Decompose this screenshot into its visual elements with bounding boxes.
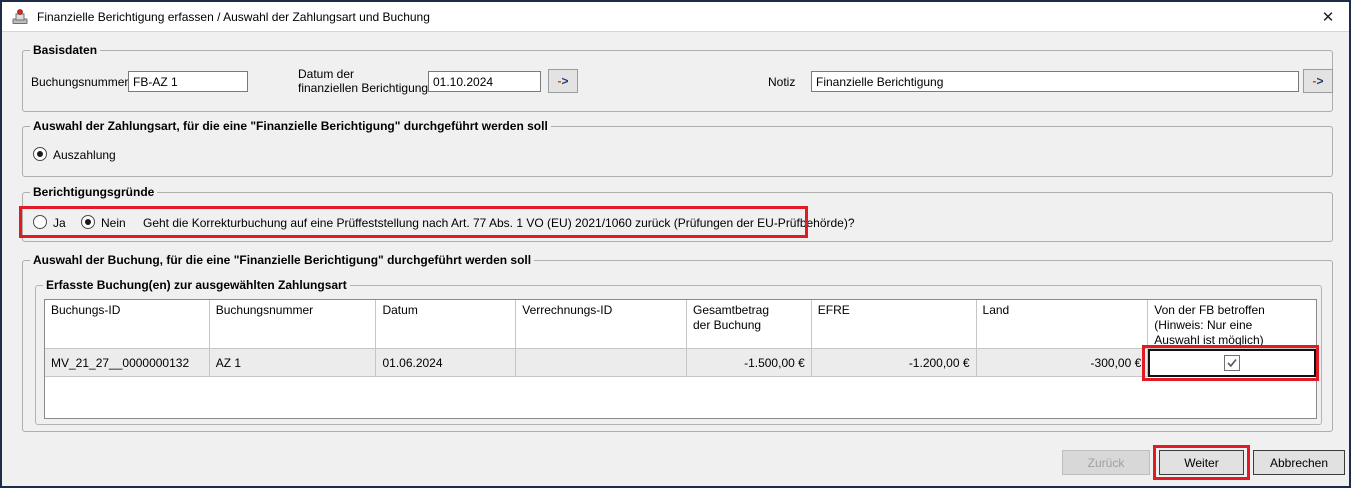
col-header-efre[interactable]: EFRE bbox=[812, 300, 977, 349]
berichtigung-question: Geht die Korrekturbuchung auf eine Prüff… bbox=[143, 216, 1293, 230]
col-header-land[interactable]: Land bbox=[977, 300, 1149, 349]
cell-buchungsnummer: AZ 1 bbox=[210, 349, 377, 377]
buchungsnummer-label: Buchungsnummer bbox=[31, 75, 128, 89]
dialog-window: Finanzielle Berichtigung erfassen / Ausw… bbox=[0, 0, 1351, 488]
col-header-datum[interactable]: Datum bbox=[376, 300, 516, 349]
col-header-verrechnungs-id[interactable]: Verrechnungs-ID bbox=[516, 300, 687, 349]
cell-datum: 01.06.2024 bbox=[376, 349, 516, 377]
cell-gesamtbetrag: -1.500,00 € bbox=[687, 349, 812, 377]
group-berichtigungsgruende-title: Berichtigungsgründe bbox=[30, 185, 157, 199]
zurueck-button[interactable]: Zurück bbox=[1062, 450, 1150, 475]
ja-radio-label: Ja bbox=[53, 216, 66, 230]
nein-radio[interactable] bbox=[81, 215, 95, 229]
check-icon bbox=[1226, 357, 1238, 369]
group-buchung-title: Auswahl der Buchung, für die eine "Finan… bbox=[30, 253, 534, 267]
table-row[interactable]: MV_21_27__0000000132 AZ 1 01.06.2024 -1.… bbox=[45, 349, 1316, 377]
nein-radio-label: Nein bbox=[101, 216, 126, 230]
group-basisdaten: Basisdaten Buchungsnummer Datum der fina… bbox=[22, 50, 1333, 112]
group-erfasste-buchungen-title: Erfasste Buchung(en) zur ausgewählten Za… bbox=[43, 278, 350, 292]
datum-label: Datum der finanziellen Berichtigung bbox=[298, 67, 433, 95]
abbrechen-button[interactable]: Abbrechen bbox=[1253, 450, 1345, 475]
col-header-fb-betroffen[interactable]: Von der FB betroffen (Hinweis: Nur eine … bbox=[1148, 300, 1316, 349]
col-header-gesamtbetrag[interactable]: Gesamtbetrag der Buchung bbox=[687, 300, 812, 349]
col-header-buchungs-id[interactable]: Buchungs-ID bbox=[45, 300, 210, 349]
notiz-arrow-button[interactable]: -> bbox=[1303, 69, 1333, 93]
cell-buchungs-id: MV_21_27__0000000132 bbox=[45, 349, 210, 377]
cell-verrechnungs-id bbox=[516, 349, 687, 377]
table-header-row: Buchungs-ID Buchungsnummer Datum Verrech… bbox=[45, 300, 1316, 349]
arrow-gt: > bbox=[1316, 75, 1323, 87]
notiz-label: Notiz bbox=[768, 75, 795, 89]
col-header-buchungsnummer[interactable]: Buchungsnummer bbox=[210, 300, 377, 349]
window-title: Finanzielle Berichtigung erfassen / Ausw… bbox=[37, 10, 430, 24]
cell-efre: -1.200,00 € bbox=[812, 349, 977, 377]
app-icon bbox=[11, 8, 29, 26]
notiz-input[interactable] bbox=[811, 71, 1299, 92]
title-bar: Finanzielle Berichtigung erfassen / Ausw… bbox=[2, 2, 1349, 32]
auszahlung-radio[interactable] bbox=[33, 147, 47, 161]
datum-arrow-button[interactable]: -> bbox=[548, 69, 578, 93]
cell-fb-betroffen bbox=[1148, 349, 1316, 377]
bookings-table: Buchungs-ID Buchungsnummer Datum Verrech… bbox=[44, 299, 1317, 419]
group-buchung: Auswahl der Buchung, für die eine "Finan… bbox=[22, 260, 1333, 432]
group-berichtigungsgruende: Berichtigungsgründe Ja Nein Geht die Kor… bbox=[22, 192, 1333, 242]
ja-radio[interactable] bbox=[33, 215, 47, 229]
group-zahlungsart-title: Auswahl der Zahlungsart, für die eine "F… bbox=[30, 119, 551, 133]
weiter-button[interactable]: Weiter bbox=[1159, 450, 1244, 475]
cell-land: -300,00 € bbox=[977, 349, 1149, 377]
fb-betroffen-checkbox[interactable] bbox=[1224, 355, 1240, 371]
group-erfasste-buchungen: Erfasste Buchung(en) zur ausgewählten Za… bbox=[35, 285, 1322, 425]
close-icon[interactable]: ✕ bbox=[1307, 2, 1349, 31]
group-zahlungsart: Auswahl der Zahlungsart, für die eine "F… bbox=[22, 126, 1333, 177]
arrow-gt: > bbox=[561, 75, 568, 87]
group-basisdaten-title: Basisdaten bbox=[30, 43, 100, 57]
buchungsnummer-input[interactable] bbox=[128, 71, 248, 92]
datum-input[interactable] bbox=[428, 71, 541, 92]
auszahlung-radio-label: Auszahlung bbox=[53, 148, 116, 162]
